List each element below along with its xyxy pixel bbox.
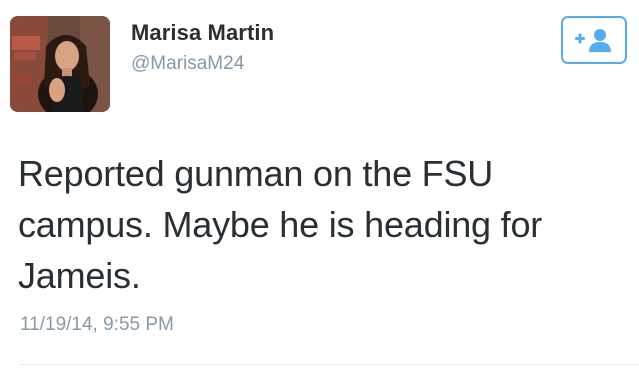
- tweet-text: Reported gunman on the FSU campus. Maybe…: [18, 153, 543, 296]
- avatar[interactable]: [10, 16, 110, 112]
- author-display-name[interactable]: Marisa Martin: [131, 20, 274, 46]
- add-user-icon: [575, 29, 611, 52]
- tweet-card: Marisa Martin @MarisaM24 Reported gunman…: [0, 0, 639, 369]
- follow-button[interactable]: [561, 16, 627, 64]
- divider: [20, 364, 639, 365]
- author-handle[interactable]: @MarisaM24: [131, 53, 244, 75]
- tweet-timestamp[interactable]: 11/19/14, 9:55 PM: [20, 314, 174, 336]
- avatar-photo: [10, 16, 110, 112]
